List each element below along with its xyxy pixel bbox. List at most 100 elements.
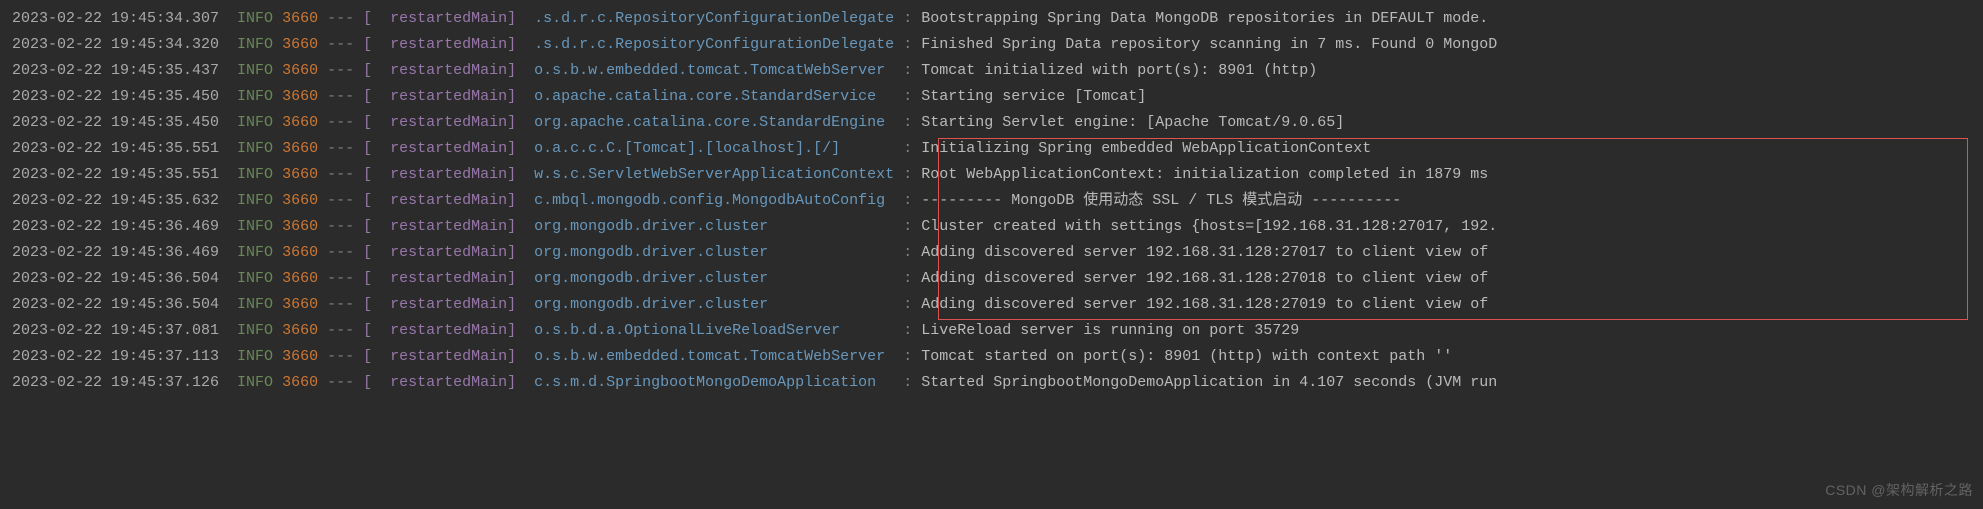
log-msg: Finished Spring Data repository scanning… bbox=[921, 36, 1497, 53]
log-colon: : bbox=[894, 322, 921, 339]
log-level: INFO bbox=[237, 270, 282, 287]
log-dash: --- bbox=[327, 10, 363, 27]
log-pid: 3660 bbox=[282, 270, 327, 287]
log-line[interactable]: 2023-02-22 19:45:36.504 INFO 3660 --- [ … bbox=[12, 292, 1971, 318]
log-logger: org.mongodb.driver.cluster bbox=[534, 296, 894, 313]
log-logger: o.apache.catalina.core.StandardService bbox=[534, 88, 894, 105]
log-line[interactable]: 2023-02-22 19:45:34.307 INFO 3660 --- [ … bbox=[12, 6, 1971, 32]
log-line[interactable]: 2023-02-22 19:45:36.469 INFO 3660 --- [ … bbox=[12, 240, 1971, 266]
log-line[interactable]: 2023-02-22 19:45:36.504 INFO 3660 --- [ … bbox=[12, 266, 1971, 292]
log-line[interactable]: 2023-02-22 19:45:35.551 INFO 3660 --- [ … bbox=[12, 162, 1971, 188]
log-thread: [ restartedMain] bbox=[363, 296, 534, 313]
log-dash: --- bbox=[327, 166, 363, 183]
log-dash: --- bbox=[327, 114, 363, 131]
log-line[interactable]: 2023-02-22 19:45:35.450 INFO 3660 --- [ … bbox=[12, 110, 1971, 136]
log-level: INFO bbox=[237, 36, 282, 53]
log-pid: 3660 bbox=[282, 140, 327, 157]
log-colon: : bbox=[894, 114, 921, 131]
log-line[interactable]: 2023-02-22 19:45:36.469 INFO 3660 --- [ … bbox=[12, 214, 1971, 240]
log-colon: : bbox=[894, 10, 921, 27]
log-dash: --- bbox=[327, 62, 363, 79]
log-level: INFO bbox=[237, 140, 282, 157]
log-msg: Tomcat initialized with port(s): 8901 (h… bbox=[921, 62, 1317, 79]
log-level: INFO bbox=[237, 10, 282, 27]
log-logger: o.s.b.w.embedded.tomcat.TomcatWebServer bbox=[534, 62, 894, 79]
log-level: INFO bbox=[237, 218, 282, 235]
log-ts: 2023-02-22 19:45:37.126 bbox=[12, 374, 237, 391]
log-dash: --- bbox=[327, 140, 363, 157]
log-msg: Tomcat started on port(s): 8901 (http) w… bbox=[921, 348, 1452, 365]
log-dash: --- bbox=[327, 36, 363, 53]
log-pid: 3660 bbox=[282, 10, 327, 27]
log-pid: 3660 bbox=[282, 166, 327, 183]
log-thread: [ restartedMain] bbox=[363, 244, 534, 261]
log-pid: 3660 bbox=[282, 36, 327, 53]
log-colon: : bbox=[894, 244, 921, 261]
log-pid: 3660 bbox=[282, 114, 327, 131]
log-level: INFO bbox=[237, 322, 282, 339]
log-line[interactable]: 2023-02-22 19:45:37.126 INFO 3660 --- [ … bbox=[12, 370, 1971, 396]
log-ts: 2023-02-22 19:45:36.504 bbox=[12, 296, 237, 313]
log-pid: 3660 bbox=[282, 296, 327, 313]
log-thread: [ restartedMain] bbox=[363, 348, 534, 365]
log-line[interactable]: 2023-02-22 19:45:37.081 INFO 3660 --- [ … bbox=[12, 318, 1971, 344]
log-level: INFO bbox=[237, 88, 282, 105]
log-thread: [ restartedMain] bbox=[363, 114, 534, 131]
log-logger: .s.d.r.c.RepositoryConfigurationDelegate bbox=[534, 36, 894, 53]
log-colon: : bbox=[894, 140, 921, 157]
log-logger: org.mongodb.driver.cluster bbox=[534, 244, 894, 261]
log-ts: 2023-02-22 19:45:37.081 bbox=[12, 322, 237, 339]
watermark-text: CSDN @架构解析之路 bbox=[1825, 477, 1973, 503]
log-thread: [ restartedMain] bbox=[363, 270, 534, 287]
log-ts: 2023-02-22 19:45:37.113 bbox=[12, 348, 237, 365]
log-colon: : bbox=[894, 218, 921, 235]
log-console[interactable]: 2023-02-22 19:45:34.307 INFO 3660 --- [ … bbox=[0, 0, 1983, 402]
log-thread: [ restartedMain] bbox=[363, 322, 534, 339]
log-thread: [ restartedMain] bbox=[363, 192, 534, 209]
log-ts: 2023-02-22 19:45:35.450 bbox=[12, 88, 237, 105]
log-thread: [ restartedMain] bbox=[363, 140, 534, 157]
log-pid: 3660 bbox=[282, 88, 327, 105]
log-line[interactable]: 2023-02-22 19:45:35.632 INFO 3660 --- [ … bbox=[12, 188, 1971, 214]
log-thread: [ restartedMain] bbox=[363, 166, 534, 183]
log-thread: [ restartedMain] bbox=[363, 218, 534, 235]
log-colon: : bbox=[894, 166, 921, 183]
log-logger: c.mbql.mongodb.config.MongodbAutoConfig bbox=[534, 192, 894, 209]
log-colon: : bbox=[894, 88, 921, 105]
log-pid: 3660 bbox=[282, 192, 327, 209]
log-colon: : bbox=[894, 270, 921, 287]
log-thread: [ restartedMain] bbox=[363, 62, 534, 79]
log-colon: : bbox=[894, 296, 921, 313]
log-msg: Initializing Spring embedded WebApplicat… bbox=[921, 140, 1371, 157]
log-colon: : bbox=[894, 348, 921, 365]
log-pid: 3660 bbox=[282, 62, 327, 79]
log-dash: --- bbox=[327, 244, 363, 261]
log-line[interactable]: 2023-02-22 19:45:35.437 INFO 3660 --- [ … bbox=[12, 58, 1971, 84]
log-pid: 3660 bbox=[282, 218, 327, 235]
log-logger: o.s.b.d.a.OptionalLiveReloadServer bbox=[534, 322, 894, 339]
log-msg: Adding discovered server 192.168.31.128:… bbox=[921, 296, 1488, 313]
log-dash: --- bbox=[327, 218, 363, 235]
log-msg: Adding discovered server 192.168.31.128:… bbox=[921, 244, 1488, 261]
log-logger: org.mongodb.driver.cluster bbox=[534, 270, 894, 287]
log-logger: org.mongodb.driver.cluster bbox=[534, 218, 894, 235]
log-level: INFO bbox=[237, 244, 282, 261]
log-level: INFO bbox=[237, 192, 282, 209]
log-level: INFO bbox=[237, 348, 282, 365]
log-msg: Starting Servlet engine: [Apache Tomcat/… bbox=[921, 114, 1344, 131]
log-dash: --- bbox=[327, 270, 363, 287]
log-ts: 2023-02-22 19:45:35.551 bbox=[12, 140, 237, 157]
log-line[interactable]: 2023-02-22 19:45:34.320 INFO 3660 --- [ … bbox=[12, 32, 1971, 58]
log-thread: [ restartedMain] bbox=[363, 374, 534, 391]
log-line[interactable]: 2023-02-22 19:45:35.551 INFO 3660 --- [ … bbox=[12, 136, 1971, 162]
log-msg: Starting service [Tomcat] bbox=[921, 88, 1146, 105]
log-logger: c.s.m.d.SpringbootMongoDemoApplication bbox=[534, 374, 894, 391]
log-line[interactable]: 2023-02-22 19:45:35.450 INFO 3660 --- [ … bbox=[12, 84, 1971, 110]
log-dash: --- bbox=[327, 348, 363, 365]
log-ts: 2023-02-22 19:45:36.469 bbox=[12, 244, 237, 261]
log-dash: --- bbox=[327, 296, 363, 313]
log-line[interactable]: 2023-02-22 19:45:37.113 INFO 3660 --- [ … bbox=[12, 344, 1971, 370]
log-level: INFO bbox=[237, 296, 282, 313]
log-ts: 2023-02-22 19:45:36.504 bbox=[12, 270, 237, 287]
log-dash: --- bbox=[327, 88, 363, 105]
